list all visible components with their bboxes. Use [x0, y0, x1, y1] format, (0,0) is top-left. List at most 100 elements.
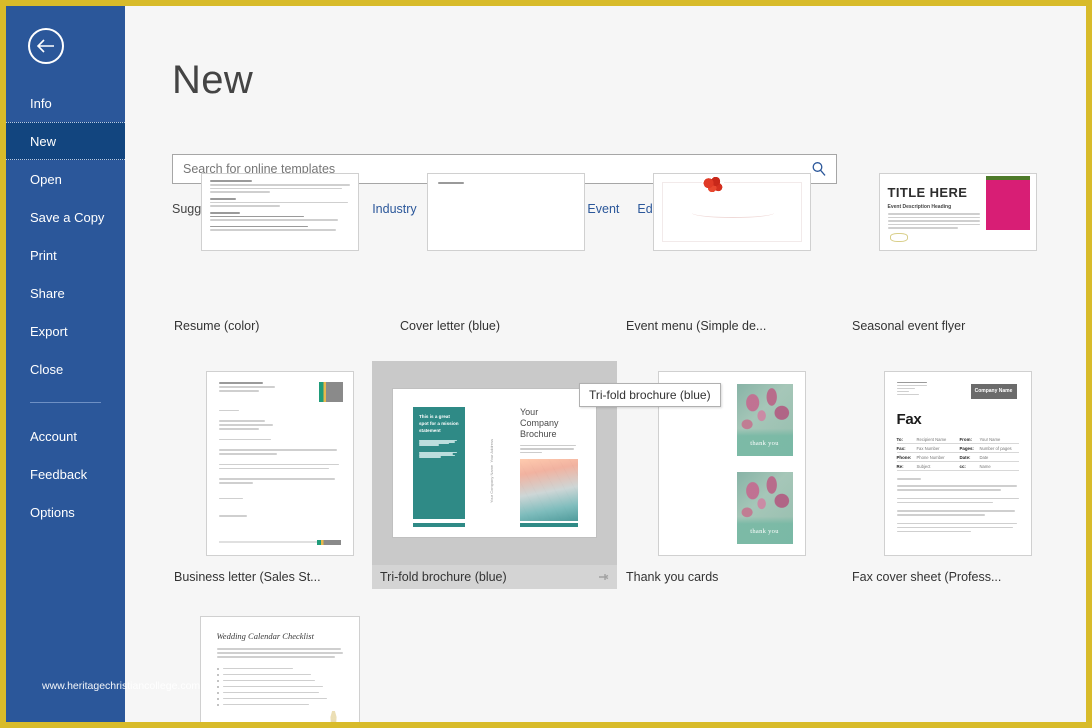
page-title: New — [172, 58, 254, 102]
template-grid: Resume (color) Cover letter (blue) Event… — [172, 173, 1077, 722]
flyer-badge — [985, 180, 1030, 230]
tri-fold-brochure-thumbnail-art: This is a great spot for a mission state… — [392, 388, 597, 538]
business-letter-thumbnail-art — [205, 370, 354, 556]
fax-field-value: Phone Number — [916, 454, 945, 460]
fax-company-badge: Company Name — [970, 383, 1017, 399]
sidebar-item-label: Options — [30, 504, 75, 520]
sidebar-item-label: Feedback — [30, 466, 88, 482]
fax-field-value: Number of pages — [979, 445, 1012, 451]
fax-cover-sheet-thumbnail-art: Company Name Fax To: Recipient Name From… — [883, 370, 1032, 556]
sidebar-item-new[interactable]: New — [6, 122, 125, 160]
template-thumbnail — [398, 110, 613, 314]
sidebar-item-label: New — [30, 133, 57, 149]
template-label-text: Resume (color) — [174, 319, 260, 333]
template-tile-event-menu[interactable]: Event menu (Simple de... — [624, 110, 839, 338]
sidebar-item-label: Share — [30, 285, 65, 301]
fax-field-value: Fax Number — [916, 445, 940, 451]
cover-letter-thumbnail-art — [426, 173, 585, 251]
template-thumbnail: Wedding Calendar Checklist — [172, 616, 387, 722]
fax-field-row: Phone: Phone Number Date: Date — [896, 453, 1019, 462]
template-thumbnail — [172, 110, 387, 314]
seasonal-flyer-thumbnail-art: TITLE HERE Event Description Heading — [878, 173, 1037, 251]
fax-field-row: Fax: Fax Number Pages: Number of pages — [896, 444, 1019, 453]
sidebar-item-save-a-copy[interactable]: Save a Copy — [6, 198, 125, 236]
wedding-checklist-thumbnail-art: Wedding Calendar Checklist — [199, 616, 360, 722]
sidebar-item-label: Save a Copy — [30, 209, 105, 225]
template-label: Thank you cards — [624, 565, 839, 589]
template-thumbnail — [172, 361, 387, 565]
template-tile-seasonal-flyer[interactable]: TITLE HERE Event Description Heading Sea… — [850, 110, 1065, 338]
sidebar-item-close[interactable]: Close — [6, 350, 125, 388]
template-tile-resume[interactable]: Resume (color) — [172, 110, 387, 338]
brochure-right-panel: Your Company Brochure — [520, 407, 578, 522]
brochure-title-text: Your Company Brochure — [520, 407, 559, 439]
template-thumbnail: TITLE HERE Event Description Heading — [850, 110, 1065, 314]
fax-field-value: Subject — [916, 463, 931, 469]
wedding-title: Wedding Calendar Checklist — [216, 631, 314, 641]
template-tile-wedding-checklist[interactable]: Wedding Calendar Checklist — [172, 616, 387, 722]
sidebar-item-label: Print — [30, 247, 57, 263]
template-label-text: Fax cover sheet (Profess... — [852, 570, 1002, 584]
thank-you-label: thank you — [750, 439, 779, 447]
sidebar-item-print[interactable]: Print — [6, 236, 125, 274]
back-button[interactable] — [28, 28, 64, 64]
template-label-text: Tri-fold brochure (blue) — [380, 570, 507, 584]
fax-field-value: Recipient Name — [916, 436, 947, 442]
brochure-middle-panel: Your Company Name Your Address — [489, 439, 494, 503]
template-thumbnail: Company Name Fax To: Recipient Name From… — [850, 361, 1065, 565]
fax-field-key: cc: — [959, 463, 966, 469]
template-tile-fax-cover-sheet[interactable]: Company Name Fax To: Recipient Name From… — [850, 361, 1065, 589]
fax-field-key: Phone: — [896, 454, 912, 460]
fax-field-row: To: Recipient Name From: Your Name — [896, 435, 1019, 444]
brochure-mission-text: This is a great spot for a mission state… — [419, 414, 459, 433]
fax-field-value: Your Name — [979, 436, 1001, 442]
template-tile-cover-letter[interactable]: Cover letter (blue) — [398, 110, 613, 338]
thank-you-label: thank you — [750, 527, 779, 535]
fax-field-value: Date — [979, 454, 989, 460]
template-label-text: Cover letter (blue) — [400, 319, 501, 333]
template-label: Seasonal event flyer — [850, 314, 1065, 338]
sidebar-item-export[interactable]: Export — [6, 312, 125, 350]
sidebar-item-feedback[interactable]: Feedback — [6, 455, 125, 493]
event-menu-thumbnail-art — [652, 173, 811, 251]
brochure-left-panel: This is a great spot for a mission state… — [413, 407, 465, 519]
template-tooltip: Tri-fold brochure (blue) — [579, 383, 721, 407]
template-label-text: Business letter (Sales St... — [174, 570, 321, 584]
wedding-ornament-icon — [330, 711, 337, 722]
sidebar-item-label: Info — [30, 95, 52, 111]
fax-heading: Fax — [896, 411, 922, 428]
word-backstage-window: how to make a brochure on microsoft word… — [6, 6, 1086, 722]
sidebar-divider — [30, 402, 101, 403]
sidebar-item-label: Account — [30, 428, 77, 444]
template-label-text: Seasonal event flyer — [852, 319, 966, 333]
backstage-sidebar: Info New Open Save a Copy Print Share Ex… — [6, 6, 125, 722]
brochure-photo — [520, 459, 578, 522]
sidebar-nav: Info New Open Save a Copy Print Share Ex… — [6, 84, 125, 531]
fax-field-row: Re: Subject cc: Name — [896, 462, 1019, 471]
template-label: Tri-fold brochure (blue) — [372, 565, 617, 589]
fax-field-key: To: — [896, 436, 904, 442]
sidebar-item-account[interactable]: Account — [6, 417, 125, 455]
template-thumbnail — [624, 110, 839, 314]
fax-field-key: Re: — [896, 463, 904, 469]
fax-field-key: Pages: — [959, 445, 974, 451]
resume-thumbnail-art — [200, 173, 359, 251]
back-arrow-icon — [37, 39, 55, 53]
new-document-panel: New Suggested searches: Business Industr… — [125, 6, 1086, 722]
sidebar-item-options[interactable]: Options — [6, 493, 125, 531]
template-label: Event menu (Simple de... — [624, 314, 839, 338]
pin-icon[interactable] — [597, 571, 609, 583]
template-tile-business-letter[interactable]: Business letter (Sales St... — [172, 361, 387, 589]
berry-decoration-icon — [701, 176, 724, 194]
template-label: Fax cover sheet (Profess... — [850, 565, 1065, 589]
sidebar-item-share[interactable]: Share — [6, 274, 125, 312]
template-label: Cover letter (blue) — [398, 314, 613, 338]
fax-field-value: Name — [979, 463, 991, 469]
sidebar-item-info[interactable]: Info — [6, 84, 125, 122]
template-label: Resume (color) — [172, 314, 387, 338]
sidebar-item-open[interactable]: Open — [6, 160, 125, 198]
template-label-text: Event menu (Simple de... — [626, 319, 767, 333]
sidebar-item-label: Open — [30, 171, 62, 187]
tooltip-text: Tri-fold brochure (blue) — [589, 388, 711, 402]
template-label-text: Thank you cards — [626, 570, 719, 584]
